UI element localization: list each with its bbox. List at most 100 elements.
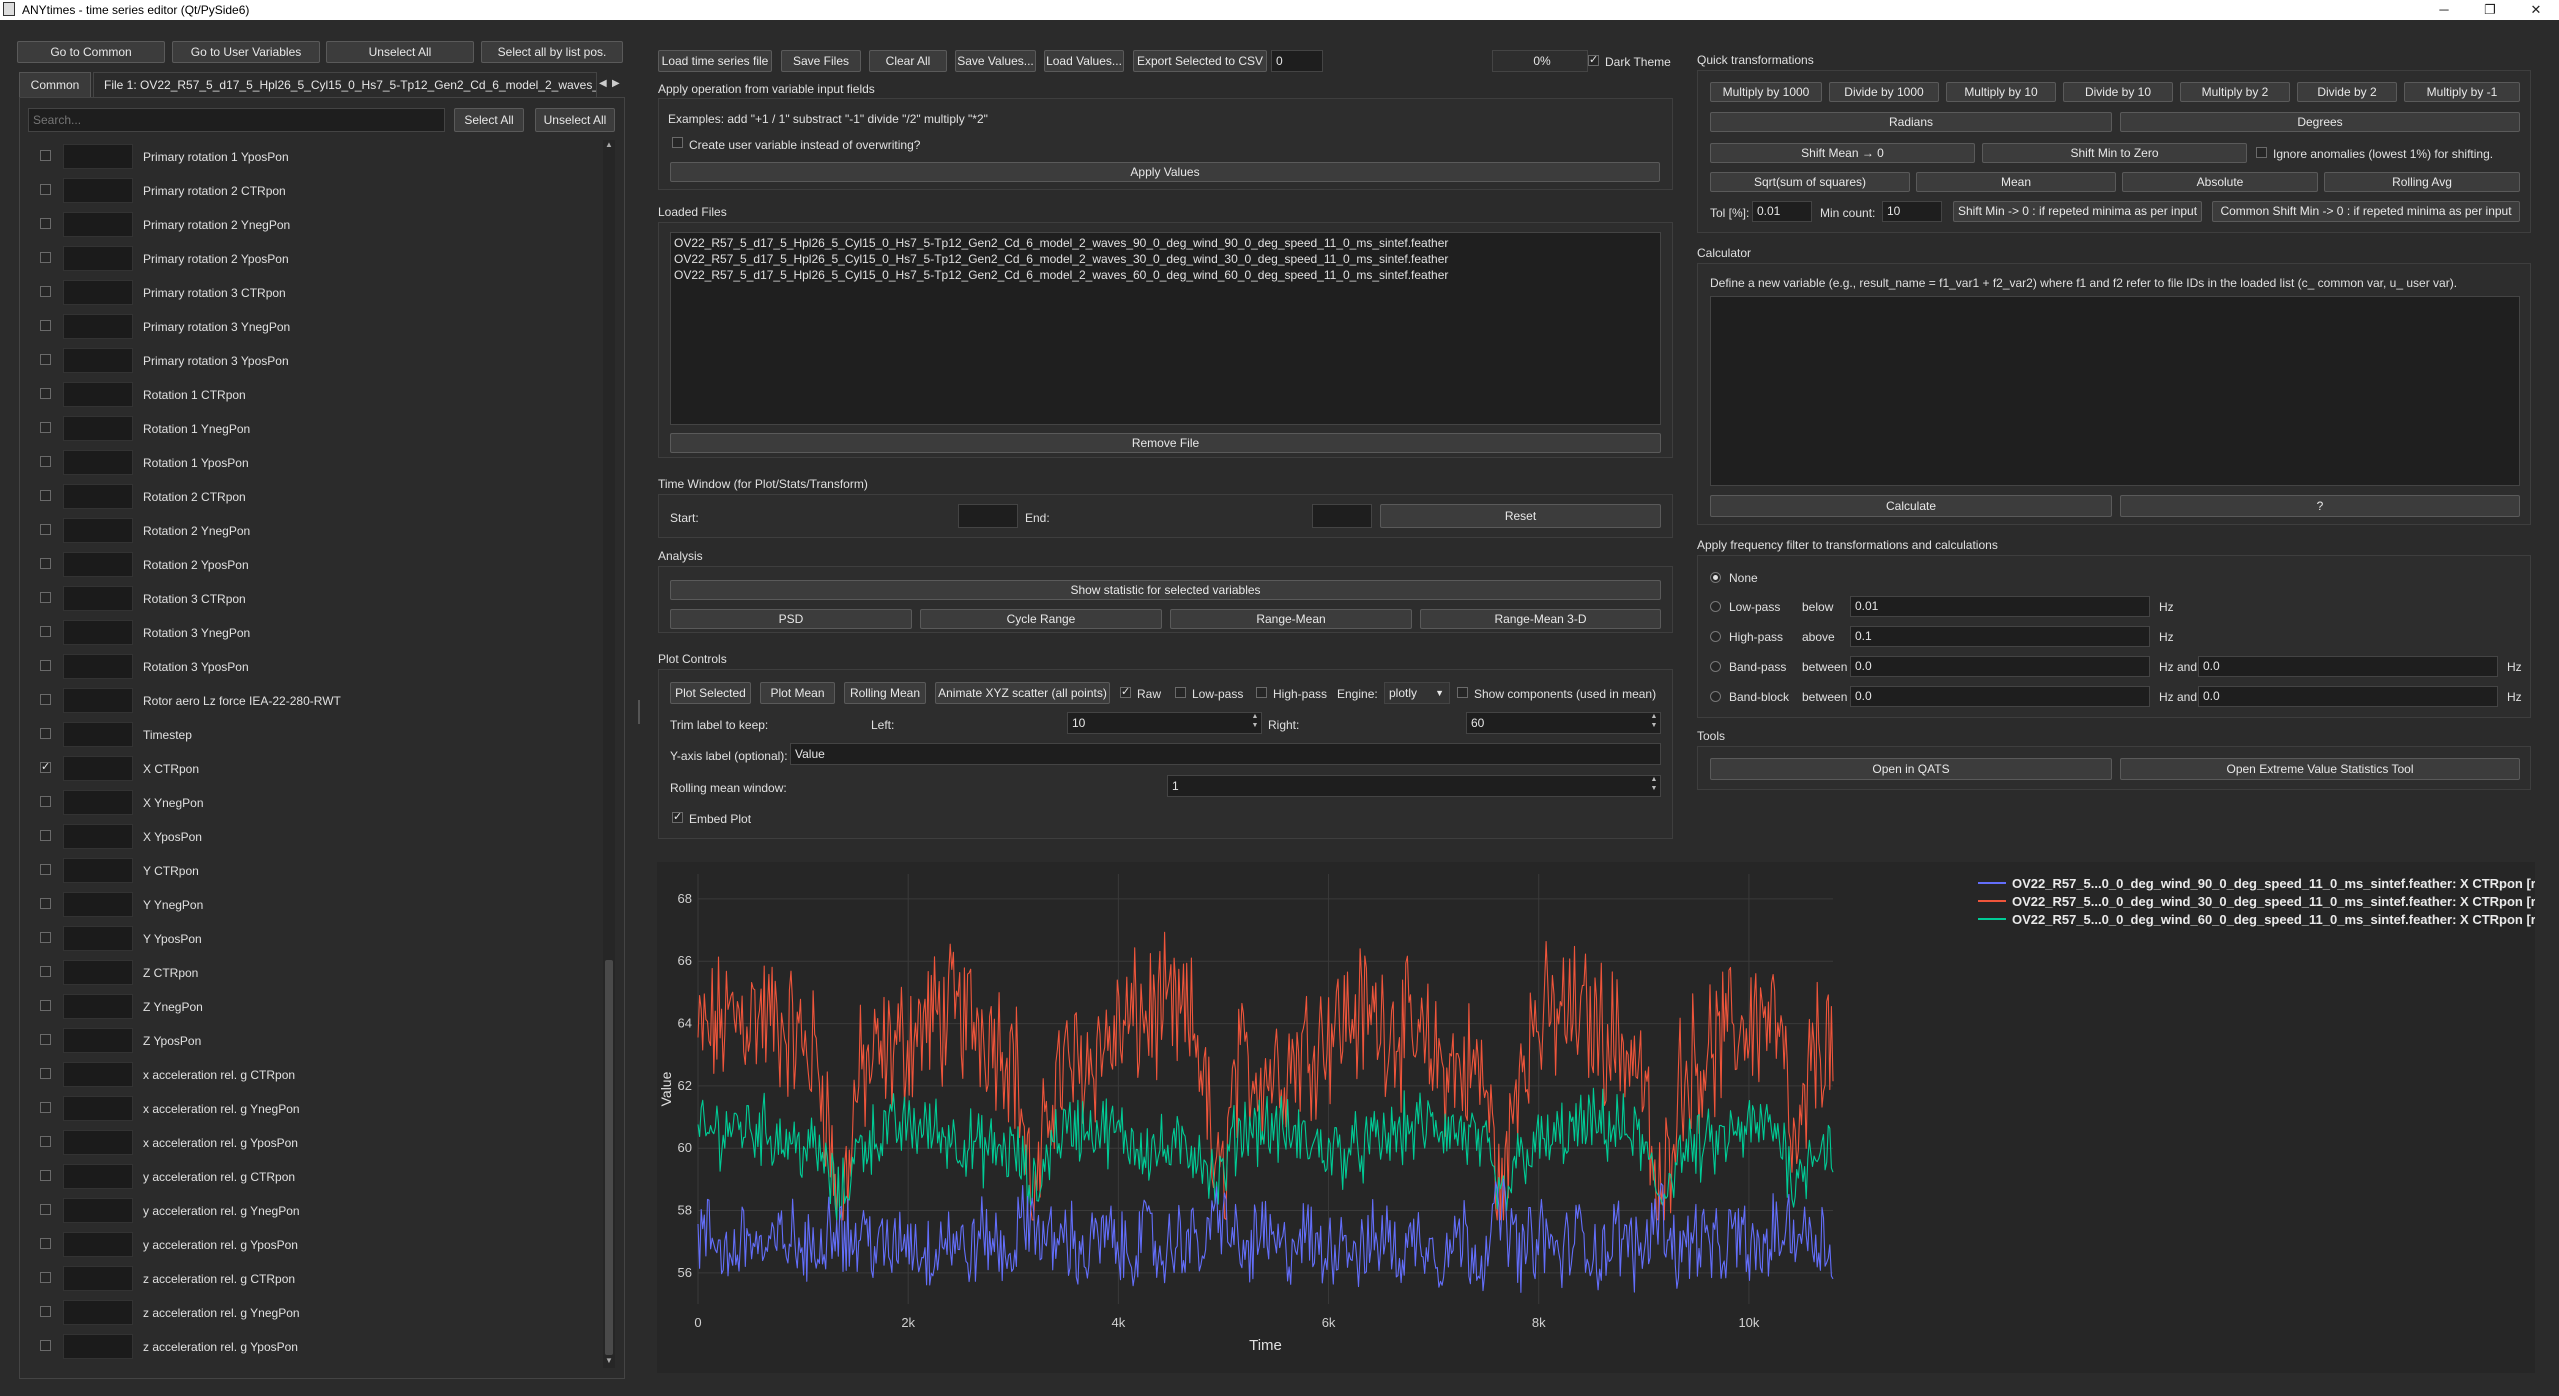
create-user-var-checkbox[interactable] xyxy=(672,137,683,148)
variable-row[interactable]: Rotation 1 YnegPon xyxy=(28,412,358,446)
time-series-chart[interactable]: 56 58 60 62 64 66 68 0 2k 4k 6k 8k 10k Time Value OV22_… xyxy=(657,862,2558,1373)
variable-value-field[interactable] xyxy=(63,756,133,781)
select-by-list-pos-button[interactable]: Select all by list pos. xyxy=(481,41,623,63)
highpass-cutoff-input[interactable]: 0.1 xyxy=(1850,626,2150,647)
calculator-help-button[interactable]: ? xyxy=(2120,495,2520,517)
remove-file-button[interactable]: Remove File xyxy=(670,433,1661,453)
show-components-checkbox[interactable] xyxy=(1457,687,1468,698)
clear-all-button[interactable]: Clear All xyxy=(869,50,947,72)
variable-row[interactable]: z acceleration rel. g YnegPon xyxy=(28,1296,358,1330)
engine-select[interactable]: plotly ▼ xyxy=(1384,682,1450,704)
save-values-button[interactable]: Save Values... xyxy=(955,50,1036,72)
trim-left-spinbox[interactable]: 10 xyxy=(1067,712,1262,734)
bandpass-low-input[interactable]: 0.0 xyxy=(1850,656,2150,677)
bandblock-high-input[interactable]: 0.0 xyxy=(2198,686,2498,707)
variable-value-field[interactable] xyxy=(63,1096,133,1121)
mean-button[interactable]: Mean xyxy=(1916,172,2116,192)
variable-value-field[interactable] xyxy=(63,484,133,509)
open-evs-button[interactable]: Open Extreme Value Statistics Tool xyxy=(2120,758,2520,780)
export-csv-button[interactable]: Export Selected to CSV xyxy=(1133,50,1267,72)
variable-value-field[interactable] xyxy=(63,654,133,679)
variable-value-field[interactable] xyxy=(63,450,133,475)
variable-row[interactable]: Rotor aero Lz force IEA-22-280-RWT xyxy=(28,684,358,718)
highpass-plot-checkbox[interactable] xyxy=(1256,687,1267,698)
apply-values-button[interactable]: Apply Values xyxy=(670,162,1660,182)
range-mean-button[interactable]: Range-Mean xyxy=(1170,609,1412,629)
variable-row[interactable]: Primary rotation 2 YposPon xyxy=(28,242,358,276)
variable-value-field[interactable] xyxy=(63,620,133,645)
filter-bandpass-radio[interactable] xyxy=(1710,661,1721,672)
plot-area[interactable]: 56 58 60 62 64 66 68 0 2k 4k 6k 8k 10k Time Value OV22_… xyxy=(657,862,2558,1373)
variable-row[interactable]: Rotation 3 CTRpon xyxy=(28,582,358,616)
filter-bandblock-radio[interactable] xyxy=(1710,691,1721,702)
variable-checkbox[interactable] xyxy=(40,354,51,365)
loaded-file-2[interactable]: OV22_R57_5_d17_5_Hpl26_5_Cyl15_0_Hs7_5-T… xyxy=(674,252,1448,266)
show-statistic-button[interactable]: Show statistic for selected variables xyxy=(670,580,1661,600)
scroll-down-icon[interactable]: ▼ xyxy=(603,1356,615,1368)
go-to-user-variables-button[interactable]: Go to User Variables xyxy=(172,41,320,63)
filter-lowpass-radio[interactable] xyxy=(1710,601,1721,612)
variable-row[interactable]: Y YnegPon xyxy=(28,888,358,922)
scroll-up-icon[interactable]: ▲ xyxy=(603,140,615,152)
variable-row[interactable]: Primary rotation 1 YposPon xyxy=(28,140,358,174)
variable-value-field[interactable] xyxy=(63,1028,133,1053)
variable-checkbox[interactable] xyxy=(40,422,51,433)
min-count-input[interactable]: 10 xyxy=(1882,201,1942,222)
variable-value-field[interactable] xyxy=(63,314,133,339)
variable-checkbox[interactable] xyxy=(40,1238,51,1249)
quick-transform-button-3[interactable]: Multiply by 10 xyxy=(1946,82,2056,102)
variable-row[interactable]: y acceleration rel. g YnegPon xyxy=(28,1194,358,1228)
variable-checkbox[interactable] xyxy=(40,388,51,399)
variable-row[interactable]: x acceleration rel. g YposPon xyxy=(28,1126,358,1160)
trim-right-spinbox[interactable]: 60 xyxy=(1466,712,1661,734)
calculate-button[interactable]: Calculate xyxy=(1710,495,2112,517)
variable-checkbox[interactable] xyxy=(40,320,51,331)
quick-transform-button-2[interactable]: Divide by 1000 xyxy=(1829,82,1939,102)
export-count-input[interactable]: 0 xyxy=(1271,50,1323,72)
rolling-mean-button[interactable]: Rolling Mean xyxy=(844,682,926,704)
variable-row[interactable]: x acceleration rel. g YnegPon xyxy=(28,1092,358,1126)
variable-row[interactable]: Y YposPon xyxy=(28,922,358,956)
variable-checkbox[interactable] xyxy=(40,1272,51,1283)
variable-checkbox[interactable] xyxy=(40,1068,51,1079)
variable-row[interactable]: Z CTRpon xyxy=(28,956,358,990)
sqrt-button[interactable]: Sqrt(sum of squares) xyxy=(1710,172,1910,192)
loaded-file-3[interactable]: OV22_R57_5_d17_5_Hpl26_5_Cyl15_0_Hs7_5-T… xyxy=(674,268,1448,282)
variable-checkbox[interactable] xyxy=(40,830,51,841)
variable-row[interactable]: Timestep xyxy=(28,718,358,752)
tab-scroll-left-icon[interactable]: ◀ xyxy=(599,74,611,94)
lowpass-plot-checkbox[interactable] xyxy=(1175,687,1186,698)
variable-value-field[interactable] xyxy=(63,892,133,917)
variable-checkbox[interactable]: ✓ xyxy=(40,762,51,773)
tab-scroll-right-icon[interactable]: ▶ xyxy=(612,74,624,94)
variable-checkbox[interactable] xyxy=(40,524,51,535)
variable-checkbox[interactable] xyxy=(40,1340,51,1351)
loaded-file-1[interactable]: OV22_R57_5_d17_5_Hpl26_5_Cyl15_0_Hs7_5-T… xyxy=(674,236,1448,250)
dark-theme-checkbox[interactable]: ✓ xyxy=(1588,55,1599,66)
variable-checkbox[interactable] xyxy=(40,898,51,909)
unselect-all-button[interactable]: Unselect All xyxy=(535,108,615,132)
variable-row[interactable]: Primary rotation 3 YnegPon xyxy=(28,310,358,344)
variable-checkbox[interactable] xyxy=(40,218,51,229)
variable-checkbox[interactable] xyxy=(40,456,51,467)
variable-value-field[interactable] xyxy=(63,994,133,1019)
variable-checkbox[interactable] xyxy=(40,558,51,569)
variable-checkbox[interactable] xyxy=(40,626,51,637)
variable-row[interactable]: X YnegPon xyxy=(28,786,358,820)
animate-xyz-button[interactable]: Animate XYZ scatter (all points) xyxy=(935,682,1110,704)
maximize-button[interactable]: ❐ xyxy=(2467,0,2513,20)
ylabel-input[interactable]: Value xyxy=(790,743,1661,765)
variable-row[interactable]: z acceleration rel. g CTRpon xyxy=(28,1262,358,1296)
reset-time-button[interactable]: Reset xyxy=(1380,504,1661,528)
variable-row[interactable]: Rotation 1 CTRpon xyxy=(28,378,358,412)
variable-value-field[interactable] xyxy=(63,586,133,611)
absolute-button[interactable]: Absolute xyxy=(2122,172,2318,192)
spin-up-icon-2[interactable]: ▲ ▼ xyxy=(1648,712,1660,730)
load-time-series-button[interactable]: Load time series file xyxy=(658,50,772,72)
variable-row[interactable]: X YposPon xyxy=(28,820,358,854)
variable-checkbox[interactable] xyxy=(40,1102,51,1113)
variable-checkbox[interactable] xyxy=(40,660,51,671)
shift-mean-button[interactable]: Shift Mean → 0 xyxy=(1710,143,1975,163)
variable-row[interactable]: ✓ X CTRpon xyxy=(28,752,358,786)
bandpass-high-input[interactable]: 0.0 xyxy=(2198,656,2498,677)
